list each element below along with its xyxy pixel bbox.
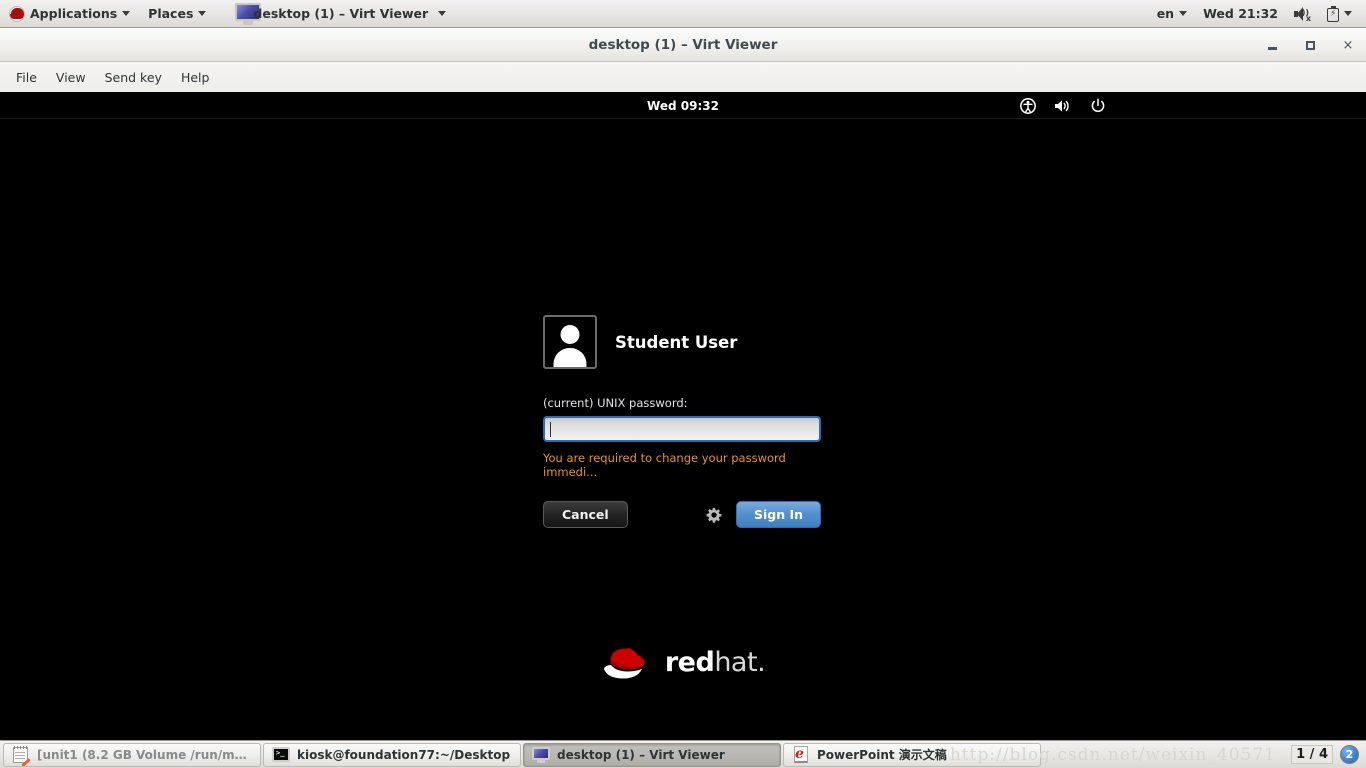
gdm-login-box: Student User (current) UNIX password: Yo…	[543, 315, 843, 528]
chevron-down-icon	[1344, 11, 1352, 16]
taskbar-item-virt-viewer[interactable]: desktop (1) – Virt Viewer	[523, 742, 781, 767]
volume-indicator[interactable]: )) x	[1286, 0, 1319, 27]
keyboard-layout-indicator[interactable]: en	[1149, 0, 1195, 27]
redhat-branding: redhat.	[601, 641, 766, 683]
taskbar-item-powerpoint[interactable]: e PowerPoint 演示文稿	[783, 742, 1041, 767]
virt-viewer-titlebar[interactable]: desktop (1) – Virt Viewer ×	[0, 28, 1366, 62]
minimize-button[interactable]	[1264, 37, 1280, 53]
window-title: desktop (1) – Virt Viewer	[588, 36, 778, 53]
brand-red: red	[664, 646, 715, 678]
close-button[interactable]: ×	[1340, 37, 1356, 53]
workspace-pager: 1 / 4 2	[1291, 745, 1364, 764]
gdm-top-bar: Wed 09:32	[0, 93, 1366, 119]
chevron-down-icon	[438, 11, 447, 16]
panel-window-task[interactable]: desktop (1) – Virt Viewer	[229, 0, 462, 27]
password-label: (current) UNIX password:	[543, 396, 688, 410]
maximize-button[interactable]	[1302, 37, 1318, 53]
battery-charging-icon: ⚡	[1327, 5, 1339, 22]
panel-clock-label: Wed 21:32	[1203, 6, 1278, 21]
places-menu-label: Places	[148, 6, 194, 21]
gdm-system-icons	[1020, 93, 1106, 119]
taskbar-item-label: kiosk@foundation77:~/Desktop	[297, 747, 511, 762]
user-name-label: Student User	[615, 332, 738, 352]
brand-hat: hat.	[714, 646, 766, 678]
keyboard-layout-label: en	[1156, 6, 1175, 21]
taskbar-item-label: desktop (1) – Virt Viewer	[557, 747, 725, 762]
gdm-clock: Wed 09:32	[647, 98, 719, 113]
taskbar-item-terminal[interactable]: >_ kiosk@foundation77:~/Desktop	[263, 742, 521, 767]
login-button-row: Cancel Sign In	[543, 501, 821, 528]
panel-clock[interactable]: Wed 21:32	[1195, 0, 1286, 27]
notepad-icon	[12, 745, 31, 766]
top-panel: Applications Places desktop (1) – Virt V…	[0, 0, 1366, 28]
virt-viewer-menubar: File View Send key Help	[0, 62, 1366, 93]
user-avatar-icon	[543, 315, 597, 369]
taskbar-item-unit1[interactable]: [unit1 (8.2 GB Volume /run/media...	[3, 742, 261, 767]
redhat-wordmark: redhat.	[664, 646, 766, 678]
virt-viewer-window: desktop (1) – Virt Viewer × File View Se…	[0, 28, 1366, 740]
volume-icon[interactable]	[1054, 98, 1072, 114]
chevron-down-icon	[198, 11, 207, 16]
panel-status-area: en Wed 21:32 )) x ⚡	[1149, 0, 1366, 27]
applications-menu[interactable]: Applications	[0, 0, 139, 27]
bottom-taskbar: [unit1 (8.2 GB Volume /run/media... >_ k…	[0, 740, 1366, 768]
password-warning-text: You are required to change your password…	[543, 451, 786, 479]
applications-menu-label: Applications	[30, 6, 118, 21]
speaker-muted-icon: )) x	[1294, 6, 1311, 22]
menu-send-key[interactable]: Send key	[97, 66, 170, 89]
menu-view[interactable]: View	[48, 66, 94, 89]
battery-indicator[interactable]: ⚡	[1319, 0, 1360, 27]
menu-help[interactable]: Help	[173, 66, 218, 89]
presentation-icon: e	[792, 745, 810, 764]
taskbar-item-label: PowerPoint 演示文稿	[817, 748, 947, 762]
panel-window-task-label: desktop (1) – Virt Viewer	[253, 6, 429, 21]
notification-badge[interactable]: 2	[1340, 745, 1359, 764]
monitor-icon	[532, 746, 550, 764]
signin-button[interactable]: Sign In	[735, 501, 821, 528]
terminal-icon: >_	[272, 746, 290, 764]
window-controls: ×	[1264, 28, 1356, 62]
power-icon[interactable]	[1090, 98, 1106, 114]
cancel-button[interactable]: Cancel	[543, 501, 628, 528]
user-row: Student User	[543, 315, 843, 369]
redhat-fedora-icon	[601, 641, 657, 683]
vm-display-area[interactable]: Wed 09:32 Student User (current) UNIX pa…	[0, 93, 1366, 739]
workspace-indicator[interactable]: 1 / 4	[1291, 745, 1333, 764]
password-input[interactable]	[543, 416, 821, 442]
taskbar-item-label: [unit1 (8.2 GB Volume /run/media...	[37, 747, 252, 762]
places-menu[interactable]: Places	[139, 0, 215, 27]
gear-icon[interactable]	[706, 507, 722, 523]
menu-file[interactable]: File	[8, 66, 45, 89]
accessibility-icon[interactable]	[1020, 98, 1036, 114]
text-caret	[550, 421, 551, 437]
chevron-down-icon	[1179, 11, 1188, 16]
chevron-down-icon	[122, 11, 131, 16]
redhat-logo-icon	[9, 5, 25, 22]
